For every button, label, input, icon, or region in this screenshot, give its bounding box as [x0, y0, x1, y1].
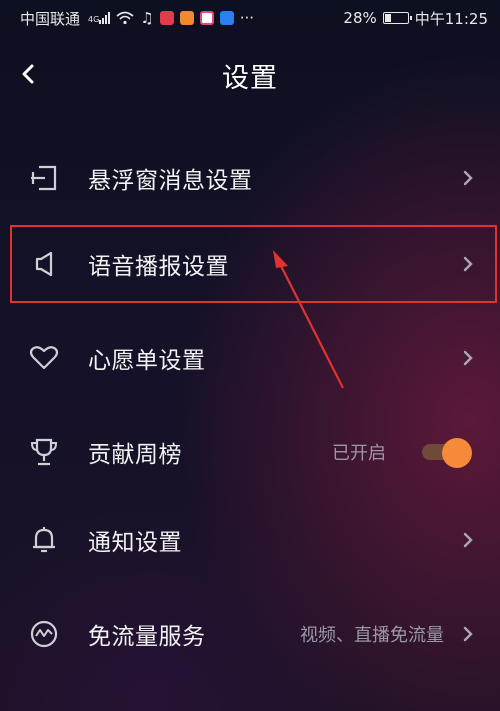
settings-item-label: 免流量服务 — [88, 624, 206, 650]
chevron-right-icon — [462, 624, 476, 644]
highlight-annotation-box — [10, 225, 497, 303]
exit-door-icon — [28, 162, 60, 194]
status-bar-left: 中国联通 4G ♫ ··· — [20, 8, 254, 29]
status-bar-right: 28% 中午11:25 — [343, 8, 488, 29]
settings-item-label: 通知设置 — [88, 530, 182, 556]
toggle-status-text: 已开启 — [332, 443, 386, 464]
settings-item-label: 心愿单设置 — [88, 348, 206, 374]
app-notification-icon — [159, 11, 174, 25]
signal-icon — [99, 12, 111, 24]
settings-item-floating-window[interactable]: 悬浮窗消息设置 — [0, 146, 500, 210]
carrier-name: 中国联通 — [20, 9, 81, 28]
contribution-rank-toggle[interactable] — [422, 438, 472, 468]
wifi-icon — [116, 11, 134, 25]
chevron-right-icon — [462, 348, 476, 368]
status-bar: 中国联通 4G ♫ ··· 28% 中午11:25 — [0, 0, 500, 36]
more-notifications-icon: ··· — [239, 9, 255, 27]
battery-percent: 28% — [343, 9, 377, 27]
page-title: 设置 — [222, 63, 278, 94]
bell-icon — [28, 524, 60, 556]
chevron-right-icon — [462, 530, 476, 550]
settings-item-label: 贡献周榜 — [88, 442, 182, 468]
app-notification-icon — [199, 11, 214, 25]
app-notification-icon — [219, 11, 234, 25]
settings-item-notifications[interactable]: 通知设置 — [0, 508, 500, 572]
music-icon: ♫ — [140, 9, 154, 27]
wave-circle-icon — [28, 618, 60, 650]
toggle-knob — [442, 438, 472, 468]
page-header: 设置 — [0, 50, 500, 98]
settings-item-free-data[interactable]: 免流量服务 视频、直播免流量 — [0, 602, 500, 666]
settings-item-wishlist[interactable]: 心愿单设置 — [0, 326, 500, 390]
battery-icon — [382, 12, 412, 24]
settings-item-value: 视频、直播免流量 — [300, 625, 444, 646]
heart-icon — [28, 342, 60, 374]
network-type: 4G — [88, 15, 100, 24]
network-indicator: 4G — [86, 12, 111, 24]
chevron-right-icon — [462, 168, 476, 188]
clock: 中午11:25 — [414, 9, 488, 28]
settings-item-contribution-rank[interactable]: 贡献周榜 已开启 — [0, 420, 500, 484]
app-notification-icon — [179, 11, 194, 25]
trophy-icon — [28, 436, 60, 468]
settings-item-label: 悬浮窗消息设置 — [88, 168, 253, 194]
